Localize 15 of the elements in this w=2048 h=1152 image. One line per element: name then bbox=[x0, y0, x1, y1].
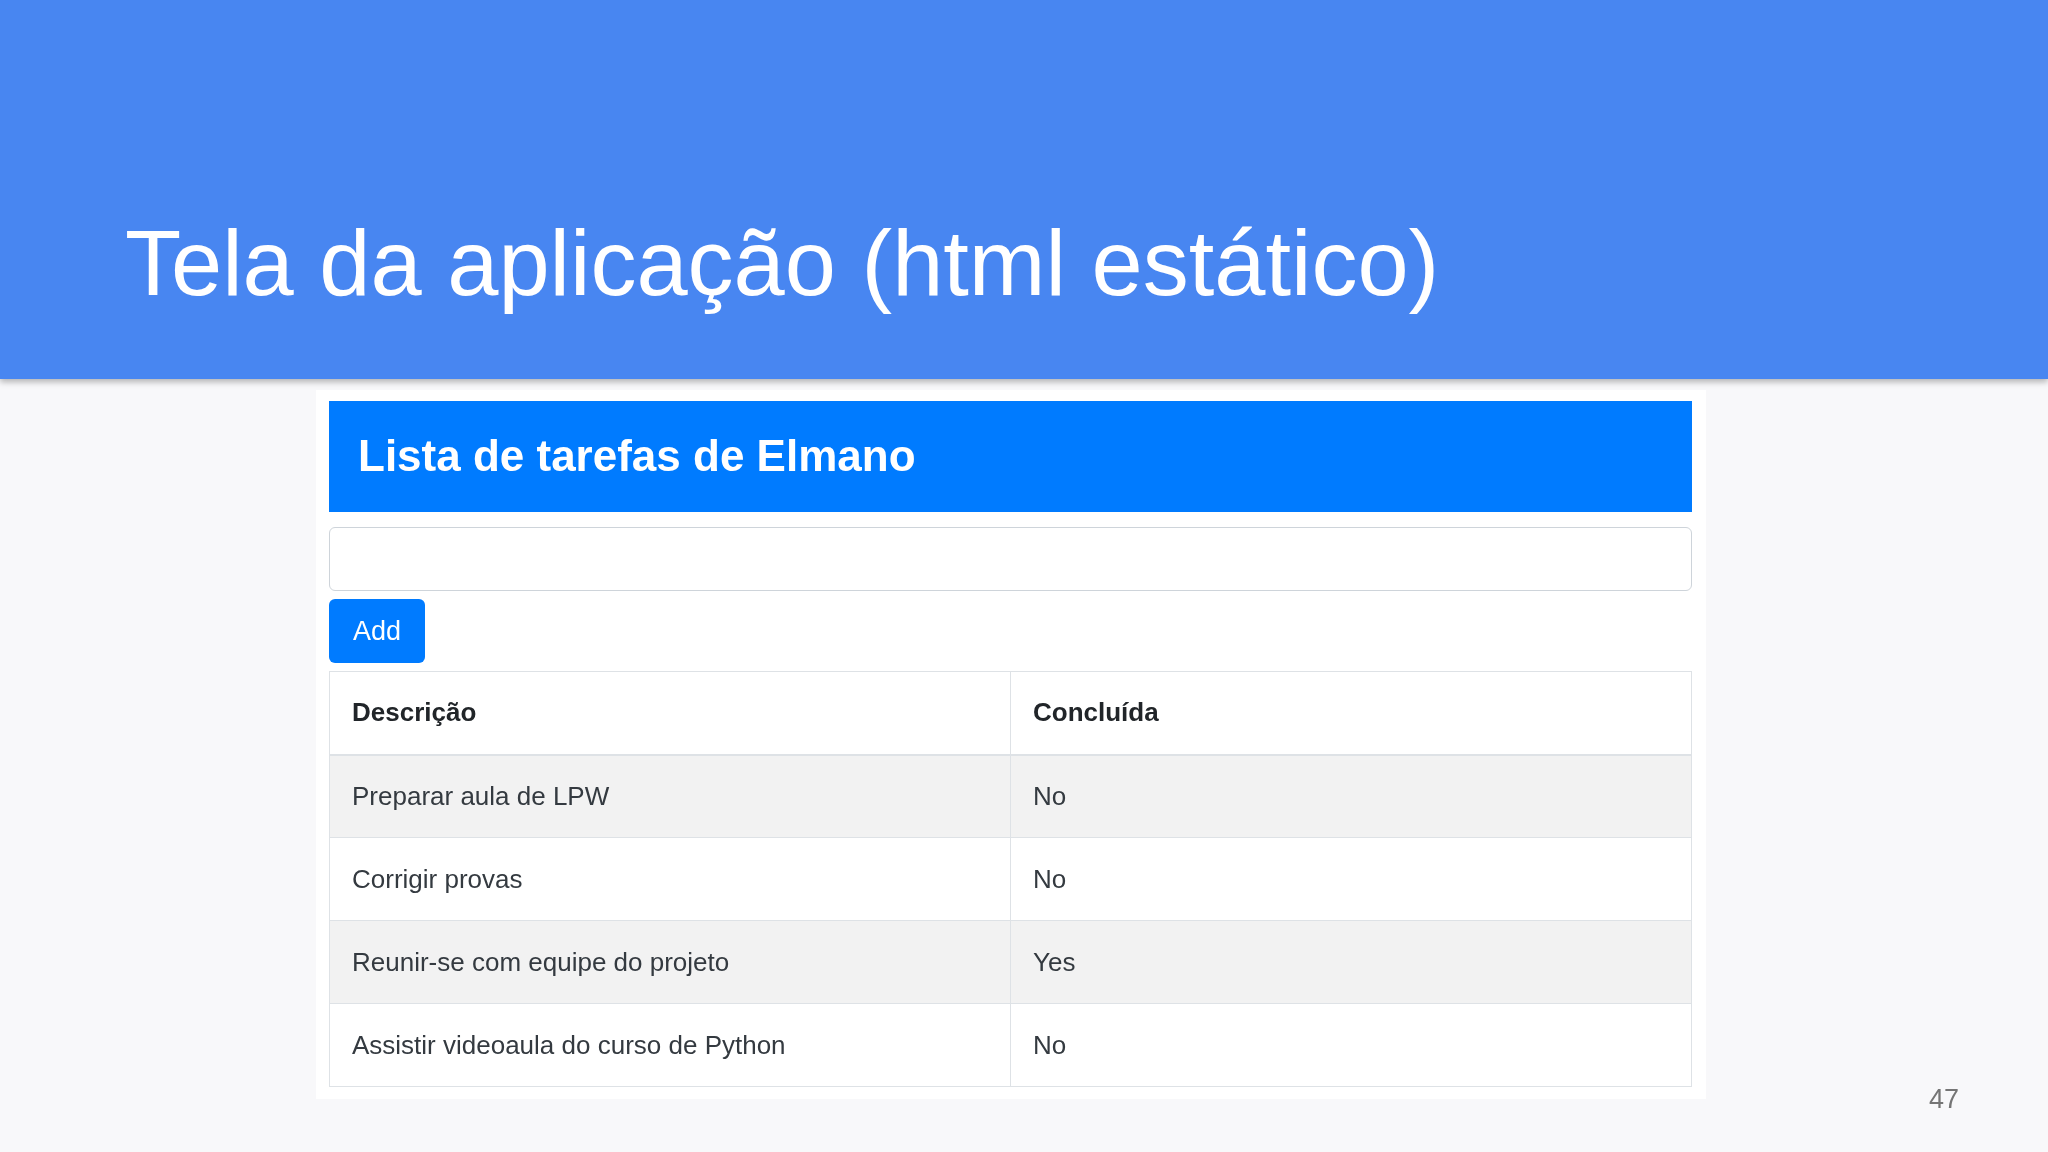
table-cell: Yes bbox=[1010, 920, 1692, 1004]
task-input-field[interactable] bbox=[329, 527, 1692, 591]
table-cell: Preparar aula de LPW bbox=[329, 754, 1011, 838]
page-number: 47 bbox=[1928, 1082, 1959, 1115]
app-heading: Lista de tarefas de Elmano bbox=[358, 430, 916, 483]
table-cell: Assistir videoaula do curso de Python bbox=[329, 1003, 1011, 1087]
table-cell: No bbox=[1010, 1003, 1692, 1087]
add-button[interactable]: Add bbox=[329, 599, 425, 663]
table-cell: Corrigir provas bbox=[329, 837, 1011, 921]
column-header: Descrição bbox=[329, 671, 1011, 755]
table-cell: No bbox=[1010, 754, 1692, 838]
table-cell: Reunir-se com equipe do projeto bbox=[329, 920, 1011, 1004]
table-cell: No bbox=[1010, 837, 1692, 921]
column-header: Concluída bbox=[1010, 671, 1692, 755]
slide-title: Tela da aplicação (html estático) bbox=[125, 211, 1440, 316]
